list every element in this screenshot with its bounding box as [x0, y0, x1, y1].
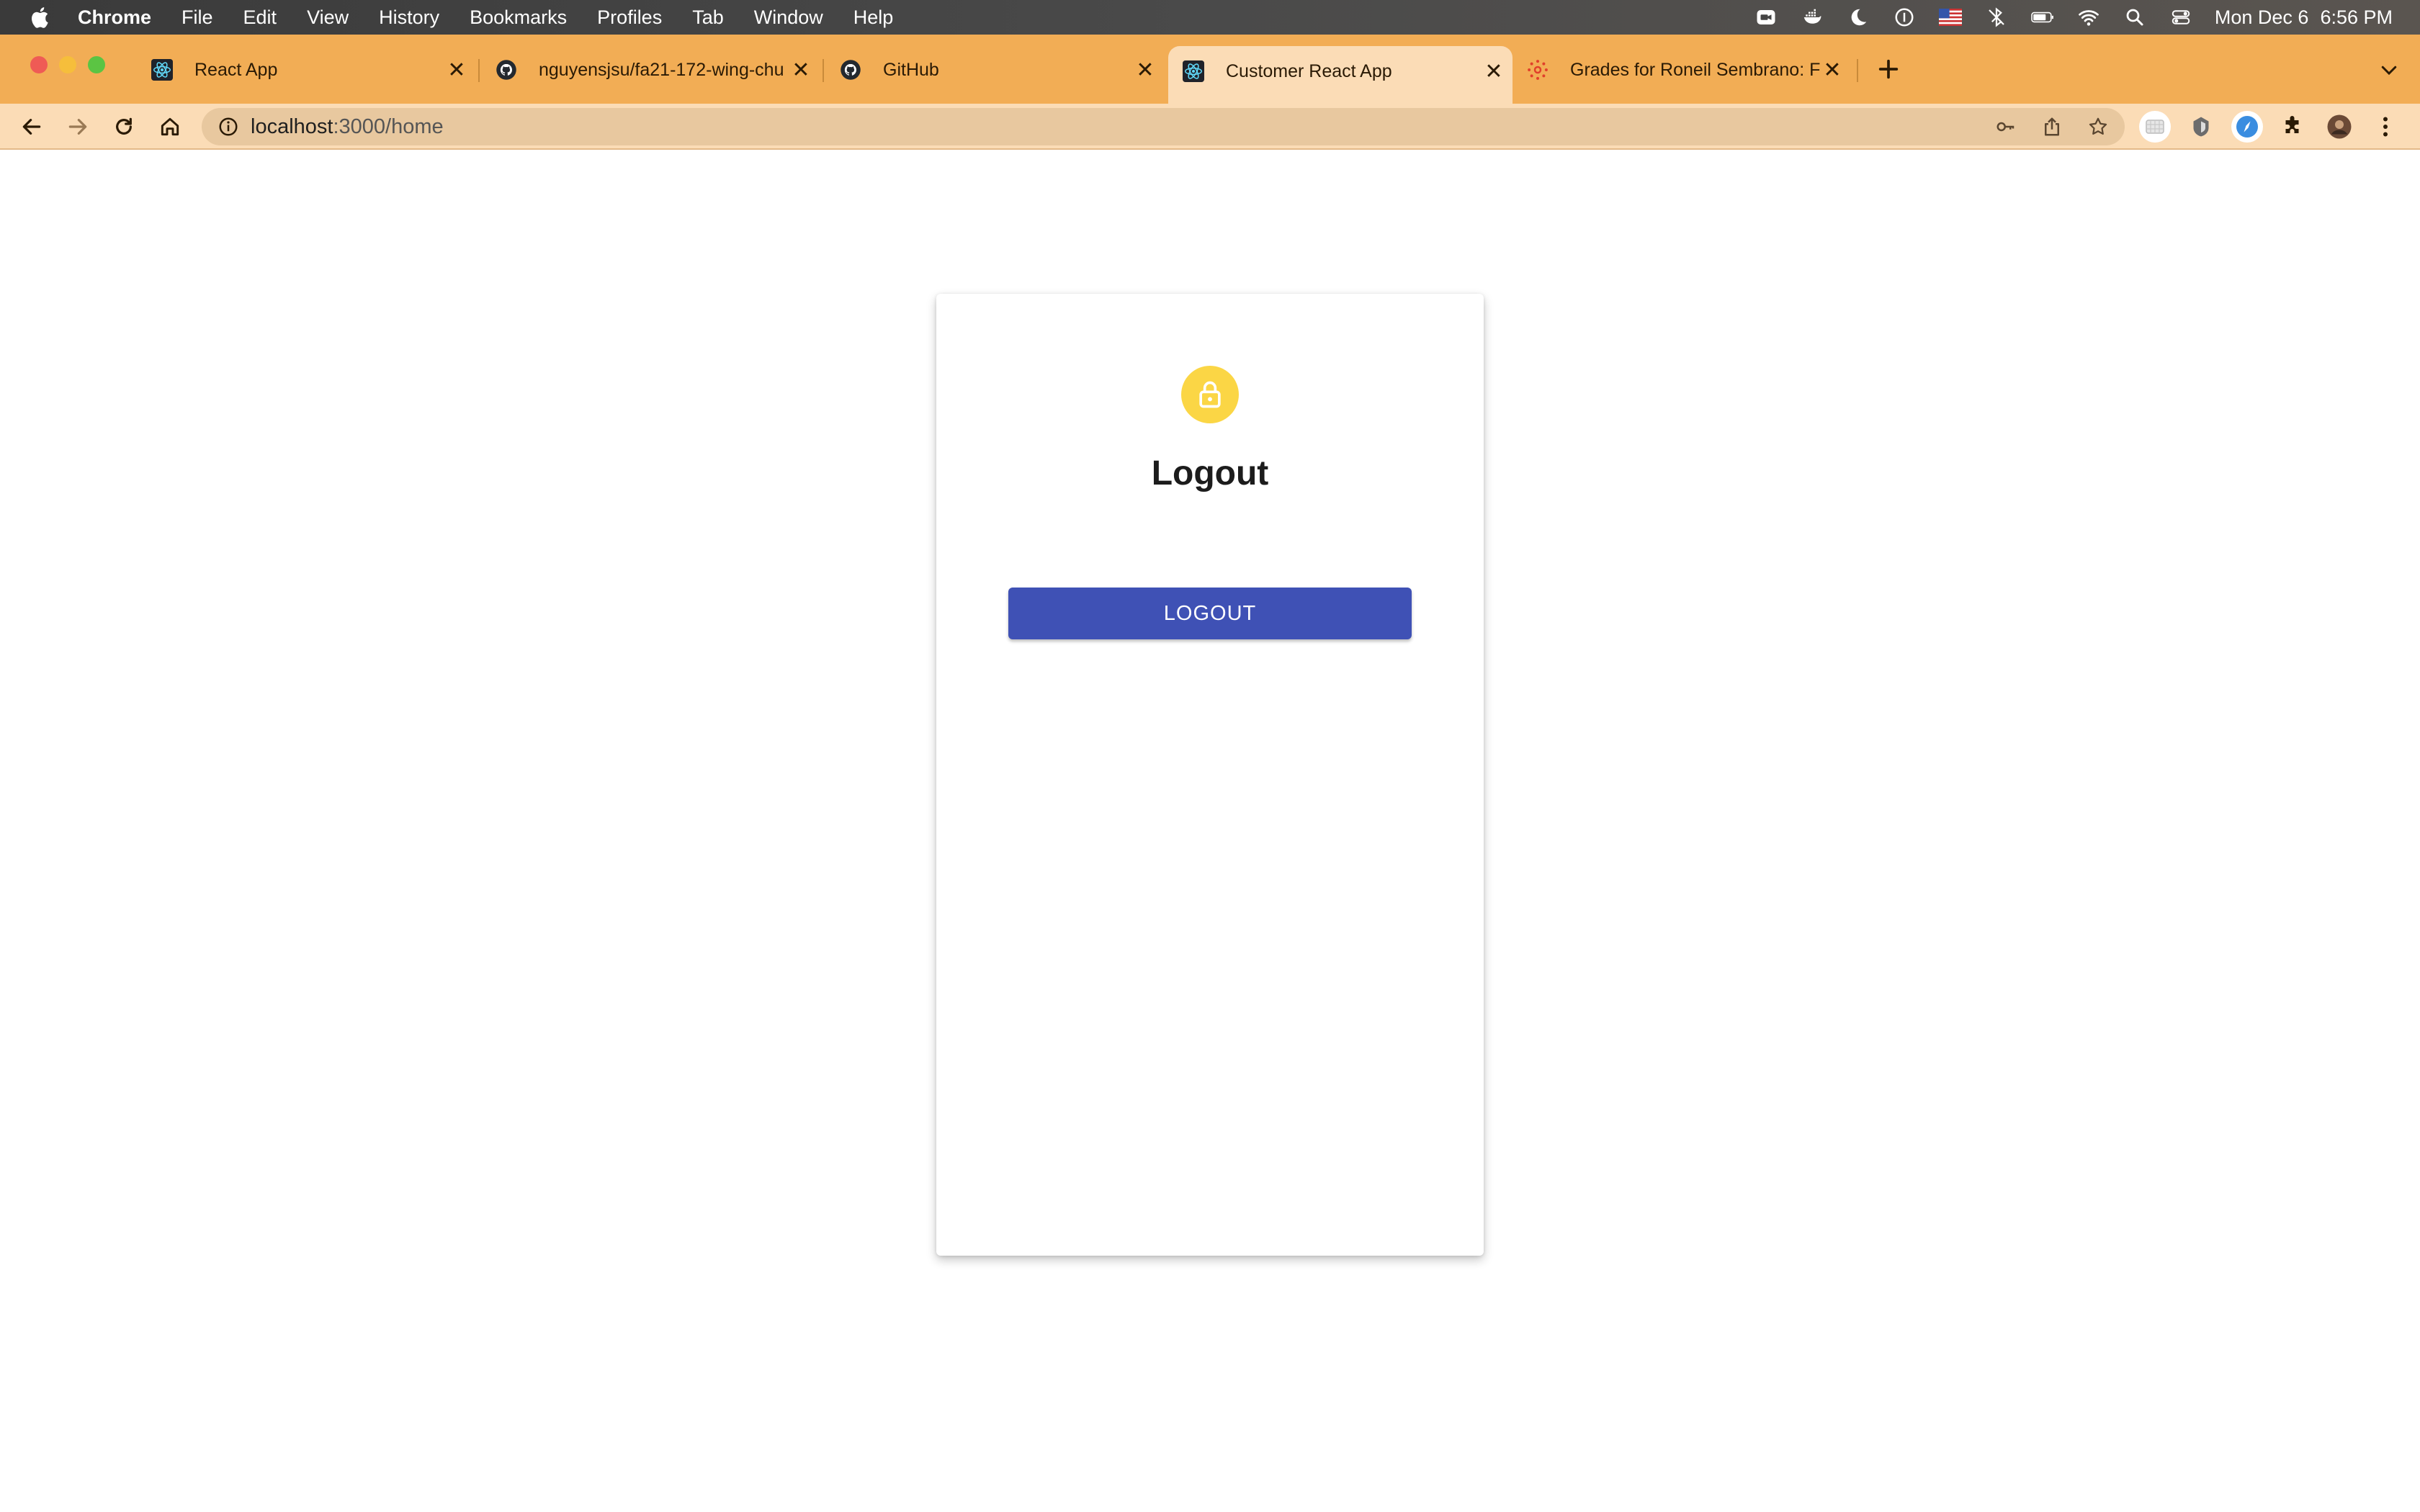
- new-tab-button[interactable]: [1874, 55, 1903, 84]
- menu-bar-clock[interactable]: Mon Dec 6 6:56 PM: [2215, 6, 2393, 29]
- forward-button[interactable]: [63, 112, 92, 141]
- share-icon[interactable]: [2041, 116, 2063, 138]
- plus-icon: [1878, 59, 1899, 79]
- moon-icon[interactable]: [1846, 6, 1870, 28]
- home-button[interactable]: [156, 112, 184, 141]
- extension-shield-icon[interactable]: [2185, 111, 2217, 143]
- tab-github-repo[interactable]: nguyensjsu/fa21-172-wing-chu ✕: [481, 49, 820, 91]
- tab-close-icon[interactable]: ✕: [1134, 58, 1157, 82]
- wifi-icon[interactable]: [2076, 6, 2101, 28]
- page-title: Logout: [1151, 454, 1269, 492]
- tab-close-icon[interactable]: ✕: [1821, 58, 1844, 82]
- menu-file[interactable]: File: [182, 6, 213, 29]
- menu-bookmarks[interactable]: Bookmarks: [470, 6, 567, 29]
- address-bar-actions: [1995, 108, 2109, 145]
- password-manager-icon[interactable]: [1892, 6, 1917, 28]
- tab-canvas-grades[interactable]: Grades for Roneil Sembrano: F ✕: [1512, 49, 1851, 91]
- extensions-puzzle-icon[interactable]: [2277, 111, 2309, 143]
- react-icon: [1183, 60, 1204, 82]
- tab-close-icon[interactable]: ✕: [789, 58, 812, 82]
- url-host: localhost: [251, 114, 333, 138]
- window-controls: [30, 56, 105, 73]
- lock-avatar: [1181, 366, 1239, 423]
- menu-profiles[interactable]: Profiles: [597, 6, 662, 29]
- chrome-menu-icon[interactable]: [2370, 111, 2401, 143]
- url-path: :3000/home: [333, 114, 444, 138]
- bookmark-star-icon[interactable]: [2087, 116, 2109, 138]
- tab-title: Grades for Roneil Sembrano: F: [1570, 59, 1821, 80]
- us-flag-icon[interactable]: [1938, 6, 1963, 28]
- window-zoom-button[interactable]: [88, 56, 105, 73]
- tab-title: React App: [194, 59, 278, 80]
- back-button[interactable]: [17, 112, 46, 141]
- home-icon: [161, 117, 179, 136]
- tab-search-chevron-icon[interactable]: [2378, 59, 2400, 81]
- tab-close-icon[interactable]: ✕: [445, 58, 468, 82]
- tab-customer-react-app[interactable]: Customer React App ✕: [1168, 46, 1512, 104]
- menu-help[interactable]: Help: [853, 6, 894, 29]
- clock-time: 6:56 PM: [2320, 6, 2393, 28]
- reload-button[interactable]: [109, 112, 138, 141]
- tab-divider: [478, 59, 480, 82]
- spotlight-search-icon[interactable]: [2123, 6, 2147, 28]
- react-icon: [151, 59, 173, 81]
- menu-edit[interactable]: Edit: [243, 6, 277, 29]
- menu-view[interactable]: View: [307, 6, 349, 29]
- tab-github[interactable]: GitHub ✕: [825, 49, 1164, 91]
- logout-card: Logout LOGOUT: [936, 294, 1484, 1256]
- extensions-area: [2139, 111, 2401, 143]
- window-close-button[interactable]: [30, 56, 48, 73]
- menu-app-name[interactable]: Chrome: [78, 6, 151, 29]
- arrow-right-icon: [68, 119, 87, 135]
- extension-compass-icon[interactable]: [2231, 111, 2263, 143]
- control-center-icon[interactable]: [2169, 6, 2193, 28]
- address-bar[interactable]: localhost:3000/home: [202, 108, 2125, 145]
- tab-close-icon[interactable]: ✕: [1482, 60, 1505, 84]
- tab-react-app[interactable]: React App ✕: [137, 49, 475, 91]
- arrow-left-icon: [22, 119, 41, 135]
- lock-icon: [1199, 381, 1221, 408]
- github-icon: [496, 59, 517, 81]
- menu-history[interactable]: History: [379, 6, 439, 29]
- reload-icon: [116, 117, 132, 135]
- tab-divider: [1857, 59, 1858, 82]
- browser-toolbar: localhost:3000/home: [0, 104, 2420, 150]
- canvas-icon: [1527, 59, 1549, 81]
- tab-divider: [823, 59, 824, 82]
- github-icon: [840, 59, 861, 81]
- tab-title: Customer React App: [1226, 60, 1392, 81]
- zoom-video-icon[interactable]: [1754, 6, 1778, 28]
- tab-title: GitHub: [883, 59, 939, 80]
- clock-date: Mon Dec 6: [2214, 6, 2309, 28]
- key-icon[interactable]: [1995, 116, 2017, 138]
- url-text[interactable]: localhost:3000/home: [251, 115, 444, 139]
- docker-icon[interactable]: [1800, 6, 1824, 28]
- window-minimize-button[interactable]: [59, 56, 76, 73]
- menu-window[interactable]: Window: [754, 6, 823, 29]
- macos-menu-bar: Chrome File Edit View History Bookmarks …: [0, 0, 2420, 35]
- profile-avatar[interactable]: [2323, 111, 2355, 143]
- apple-logo-icon[interactable]: [29, 5, 53, 30]
- menu-tab[interactable]: Tab: [692, 6, 724, 29]
- extension-grid-icon[interactable]: [2139, 111, 2171, 143]
- menu-bar-status-area: Mon Dec 6 6:56 PM: [1754, 0, 2393, 35]
- logout-button[interactable]: LOGOUT: [1008, 588, 1412, 639]
- bluetooth-off-icon[interactable]: [1984, 6, 2009, 28]
- browser-tab-strip: React App ✕ nguyensjsu/fa21-172-wing-chu…: [0, 35, 2420, 104]
- battery-icon[interactable]: [2030, 6, 2055, 28]
- tab-title: nguyensjsu/fa21-172-wing-chu: [539, 59, 784, 80]
- site-info-icon[interactable]: [218, 116, 239, 138]
